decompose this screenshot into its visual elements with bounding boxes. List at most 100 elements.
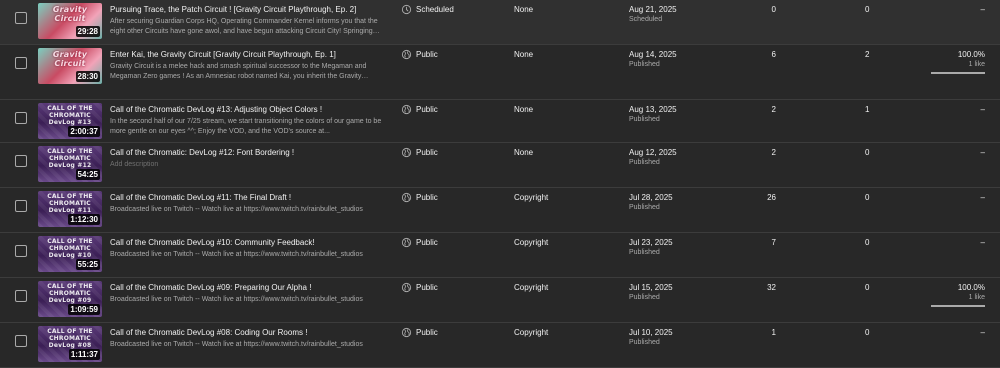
date-value: Jul 15, 2025 [629,283,673,292]
thumbnail-art-text: CALL OF THE CHROMATIC DevLog #12 [47,148,93,169]
date-status: Published [629,204,660,211]
video-row[interactable]: CALL OF THE CHROMATIC DevLog #12 54:25 C… [0,143,1000,188]
video-title[interactable]: Call of the Chromatic DevLog #08: Coding… [110,328,382,337]
video-description: In the second half of our 7/25 stream, w… [110,118,382,135]
video-thumbnail[interactable]: CALL OF THE CHROMATIC DevLog #12 54:25 [38,146,102,182]
thumbnail-art-text: Gravity Circuit [52,5,88,23]
restrictions-value: None [514,5,534,14]
likes-count: 1 like [968,61,985,68]
video-description: Broadcasted live on Twitch -- Watch live… [110,341,363,348]
video-description: Broadcasted live on Twitch -- Watch live… [110,296,363,303]
date-status: Published [629,159,660,166]
comments-count: 2 [865,50,870,59]
video-title[interactable]: Pursuing Trace, the Patch Circuit ! [Gra… [110,5,382,14]
video-row[interactable]: Gravity Circuit 29:28 Pursuing Trace, th… [0,0,1000,45]
visibility-dropdown[interactable]: Public [416,193,438,202]
views-count: 2 [771,148,776,157]
comments-count: 0 [865,328,870,337]
comments-count: 1 [865,105,870,114]
select-checkbox[interactable] [15,245,27,257]
visibility-dropdown[interactable]: Public [416,50,438,59]
restrictions-value: None [514,148,534,157]
duration-badge: 1:09:59 [68,304,100,315]
date-status: Published [629,339,660,346]
video-row[interactable]: CALL OF THE CHROMATIC DevLog #11 1:12:30… [0,188,1000,233]
like-ratio-bar [931,305,985,307]
globe-icon [401,192,412,203]
duration-badge: 1:11:37 [68,349,100,360]
select-checkbox[interactable] [15,57,27,69]
video-description: After securing Guardian Corps HQ, Operat… [110,18,378,35]
globe-icon [401,327,412,338]
video-thumbnail[interactable]: Gravity Circuit 28:30 [38,48,102,84]
date-value: Jul 28, 2025 [629,193,673,202]
comments-count: 0 [865,5,870,14]
thumbnail-art-text: CALL OF THE CHROMATIC DevLog #13 [47,105,93,126]
select-checkbox[interactable] [15,200,27,212]
video-row[interactable]: CALL OF THE CHROMATIC DevLog #10 55:25 C… [0,233,1000,278]
visibility-dropdown[interactable]: Scheduled [416,5,454,14]
globe-icon [401,282,412,293]
thumbnail-art-text: Gravity Circuit [52,50,88,68]
video-row[interactable]: CALL OF THE CHROMATIC DevLog #09 1:09:59… [0,278,1000,323]
likes-count: 1 like [968,294,985,301]
video-row[interactable]: CALL OF THE CHROMATIC DevLog #08 1:11:37… [0,323,1000,368]
date-status: Published [629,294,660,301]
video-description: Broadcasted live on Twitch -- Watch live… [110,206,363,213]
video-description: Broadcasted live on Twitch -- Watch live… [110,251,363,258]
video-thumbnail[interactable]: CALL OF THE CHROMATIC DevLog #09 1:09:59 [38,281,102,317]
select-checkbox[interactable] [15,155,27,167]
date-value: Aug 21, 2025 [629,5,677,14]
likes-percent: – [980,148,985,157]
video-title[interactable]: Call of the Chromatic DevLog #09: Prepar… [110,283,382,292]
select-checkbox[interactable] [15,290,27,302]
visibility-dropdown[interactable]: Public [416,148,438,157]
video-thumbnail[interactable]: CALL OF THE CHROMATIC DevLog #11 1:12:30 [38,191,102,227]
duration-badge: 54:25 [75,169,100,180]
video-thumbnail[interactable]: CALL OF THE CHROMATIC DevLog #10 55:25 [38,236,102,272]
views-count: 7 [771,238,776,247]
visibility-dropdown[interactable]: Public [416,105,438,114]
visibility-dropdown[interactable]: Public [416,283,438,292]
visibility-dropdown[interactable]: Public [416,328,438,337]
like-ratio-fill [931,305,985,307]
video-thumbnail[interactable]: CALL OF THE CHROMATIC DevLog #13 2:00:37 [38,103,102,139]
video-thumbnail[interactable]: Gravity Circuit 29:28 [38,3,102,39]
video-row[interactable]: CALL OF THE CHROMATIC DevLog #13 2:00:37… [0,100,1000,143]
visibility-dropdown[interactable]: Public [416,238,438,247]
views-count: 26 [767,193,776,202]
video-description: Add description [110,161,159,168]
select-checkbox[interactable] [15,12,27,24]
date-value: Jul 10, 2025 [629,328,673,337]
video-title[interactable]: Call of the Chromatic DevLog #13: Adjust… [110,105,382,114]
video-title[interactable]: Enter Kai, the Gravity Circuit [Gravity … [110,50,382,59]
video-row[interactable]: Gravity Circuit 28:30 Enter Kai, the Gra… [0,45,1000,100]
date-value: Aug 14, 2025 [629,50,677,59]
video-title[interactable]: Call of the Chromatic: DevLog #12: Font … [110,148,382,157]
comments-count: 0 [865,283,870,292]
thumbnail-art-text: CALL OF THE CHROMATIC DevLog #11 [47,193,93,214]
date-status: Published [629,61,660,68]
views-count: 0 [771,5,776,14]
restrictions-value: Copyright [514,283,549,292]
likes-percent: – [980,328,985,337]
globe-icon [401,237,412,248]
video-thumbnail[interactable]: CALL OF THE CHROMATIC DevLog #08 1:11:37 [38,326,102,362]
date-value: Jul 23, 2025 [629,238,673,247]
thumbnail-art-text: CALL OF THE CHROMATIC DevLog #08 [47,328,93,349]
select-checkbox[interactable] [15,112,27,124]
date-value: Aug 12, 2025 [629,148,677,157]
views-count: 1 [771,328,776,337]
restrictions-value: Copyright [514,193,549,202]
video-title[interactable]: Call of the Chromatic DevLog #11: The Fi… [110,193,382,202]
duration-badge: 55:25 [75,259,100,270]
select-checkbox[interactable] [15,335,27,347]
video-title[interactable]: Call of the Chromatic DevLog #10: Commun… [110,238,382,247]
date-status: Published [629,249,660,256]
duration-badge: 2:00:37 [68,126,100,137]
like-ratio-fill [931,72,985,74]
clock-icon [401,4,412,15]
views-count: 6 [771,50,776,59]
date-status: Scheduled [629,16,663,23]
video-description: Gravity Circuit is a melee hack and smas… [110,63,367,80]
